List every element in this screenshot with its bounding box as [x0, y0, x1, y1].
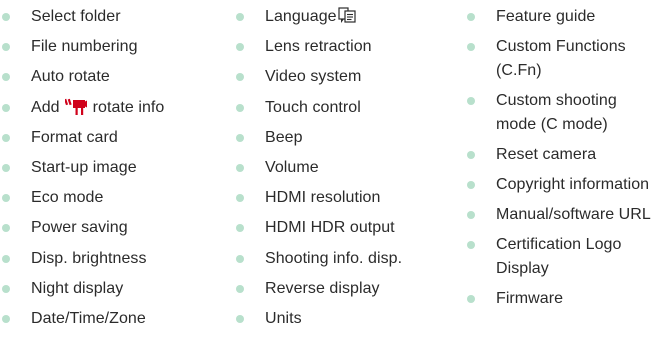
bullet [467, 43, 475, 51]
item-label: File numbering [31, 38, 138, 56]
item-label: Reverse display [265, 279, 380, 297]
list-item: Add rotate info [0, 96, 225, 126]
list-item: Beep [234, 126, 454, 156]
bullet [236, 224, 244, 233]
list-item: HDMI resolution [234, 186, 454, 216]
item-label: Disp. brightness [31, 249, 147, 267]
item-label: Auto rotate [31, 68, 110, 86]
bullet [2, 103, 10, 112]
item-label: Format card [31, 128, 118, 146]
item-label: Firmware [496, 290, 564, 307]
bullet [2, 224, 10, 233]
bullet [236, 13, 244, 21]
bullet [2, 163, 10, 172]
list-item: Custom Functions (C.Fn) [465, 35, 657, 83]
item-label: Video system [265, 68, 362, 86]
bullet [236, 254, 244, 263]
bullet [236, 43, 244, 52]
bullet [2, 43, 10, 52]
list-item: Format card [0, 126, 225, 156]
item-label: Manual/software URL [496, 206, 651, 223]
movie-camera-icon [65, 98, 88, 115]
list-item: Eco mode [0, 186, 225, 216]
item-label: Custom Functions (C.Fn) [496, 38, 626, 79]
list-item: Touch control [234, 96, 454, 126]
bullet [467, 295, 475, 303]
item-label: Units [265, 309, 302, 327]
bullet [467, 13, 475, 21]
bullet [2, 13, 10, 21]
list-item: Date/Time/Zone [0, 307, 225, 337]
list-item: Disp. brightness [0, 247, 225, 277]
list-item: Feature guide [465, 5, 657, 29]
bullet [236, 284, 244, 293]
item-label: HDMI resolution [265, 189, 381, 207]
list-item: Certification Logo Display [465, 233, 657, 281]
list-item: Firmware [465, 287, 657, 311]
list-item: Auto rotate [0, 65, 225, 95]
item-label: Copyright information [496, 176, 650, 193]
bullet [467, 181, 475, 189]
item-label: Touch control [265, 98, 361, 116]
list-item: Manual/software URL [465, 203, 657, 227]
list-item: Night display [0, 277, 225, 307]
item-label-prefix: Add [31, 98, 60, 116]
item-label: Night display [31, 279, 124, 297]
bullet [467, 241, 475, 249]
bullet [236, 73, 244, 82]
item-label: Select folder [31, 8, 121, 25]
bullet [236, 163, 244, 172]
settings-column-1: Select folder File numbering Auto rotate… [0, 0, 225, 337]
item-label: Date/Time/Zone [31, 309, 146, 327]
item-label: Beep [265, 128, 303, 146]
list-item: Lens retraction [234, 35, 454, 65]
item-label: Certification Logo Display [496, 236, 622, 277]
bullet [2, 254, 10, 263]
item-label: Eco mode [31, 189, 104, 207]
bullet [2, 314, 10, 323]
list-item: Language [234, 5, 454, 35]
settings-column-2: Language Lens retraction Video system To… [234, 0, 454, 337]
item-label: Volume [265, 158, 319, 176]
list-item: File numbering [0, 35, 225, 65]
bullet [467, 211, 475, 219]
list-item: Copyright information [465, 173, 657, 197]
list-item: Volume [234, 156, 454, 186]
bullet [2, 133, 10, 142]
list-item: Start-up image [0, 156, 225, 186]
list-item: Power saving [0, 216, 225, 246]
list-item: Reset camera [465, 143, 657, 167]
bullet [236, 314, 244, 323]
item-label: Language [265, 8, 337, 25]
item-label: Custom shooting mode (C mode) [496, 92, 617, 133]
item-label: Reset camera [496, 146, 597, 163]
list-item: Reverse display [234, 277, 454, 307]
list-item: HDMI HDR output [234, 216, 454, 246]
language-icon [337, 7, 356, 23]
list-item: Units [234, 307, 454, 337]
item-label: Feature guide [496, 8, 596, 25]
item-label: Shooting info. disp. [265, 249, 403, 267]
settings-column-3: Feature guide Custom Functions (C.Fn) Cu… [465, 0, 657, 317]
bullet [2, 284, 10, 293]
item-label: Lens retraction [265, 38, 372, 56]
bullet [467, 151, 475, 159]
item-label: Power saving [31, 219, 128, 237]
bullet [236, 194, 244, 203]
item-label: Start-up image [31, 158, 137, 176]
item-label: HDMI HDR output [265, 219, 395, 237]
bullet [236, 133, 244, 142]
list-item: Video system [234, 65, 454, 95]
item-label-suffix: rotate info [92, 98, 165, 116]
list-item: Select folder [0, 5, 225, 35]
bullet [2, 73, 10, 82]
list-item: Shooting info. disp. [234, 247, 454, 277]
bullet [236, 103, 244, 112]
bullet [467, 97, 475, 105]
bullet [2, 194, 10, 203]
list-item: Custom shooting mode (C mode) [465, 89, 657, 137]
